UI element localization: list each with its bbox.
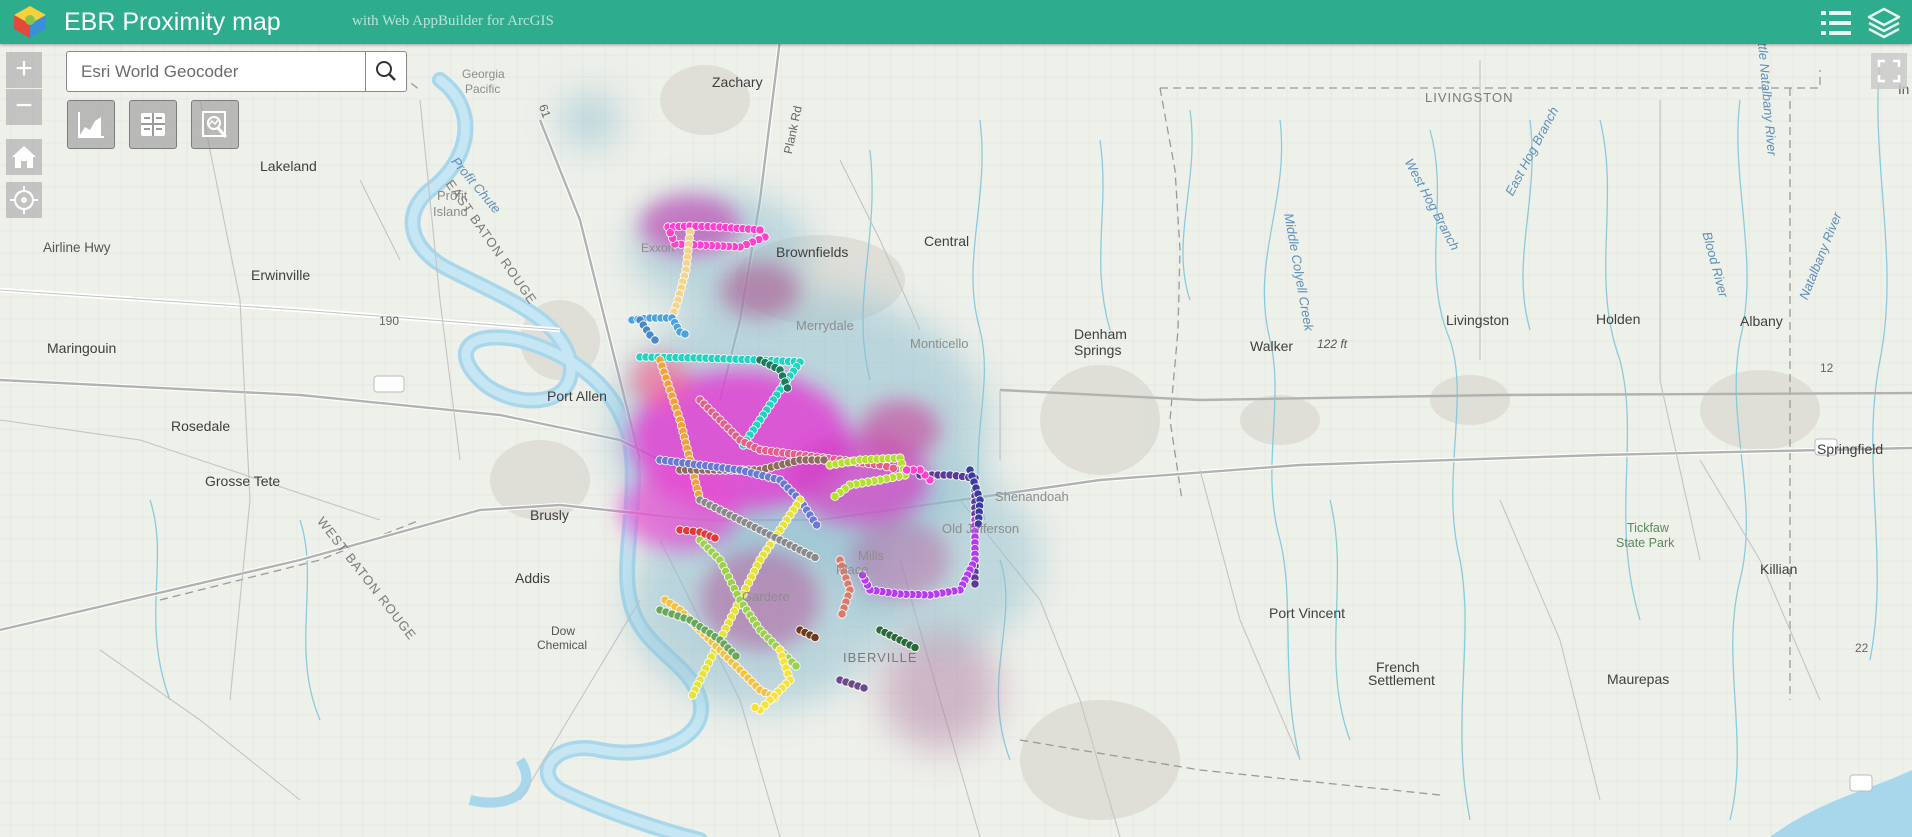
map-label-livingston-parish: LIVINGSTON [1425,90,1514,105]
map-label-grosse-tete: Grosse Tete [205,473,281,489]
map-label-airline-hwy: Airline Hwy [43,240,111,255]
locate-icon[interactable] [6,182,42,218]
map-label-denham: Denham [1074,326,1127,342]
map-label-albany: Albany [1740,313,1783,329]
map-label-elevation: 122 ft [1317,337,1348,351]
bus-stop-point[interactable] [902,465,912,475]
map-label-port-allen: Port Allen [547,388,607,404]
chart-widget-button[interactable] [67,100,115,149]
bus-stop-point[interactable] [830,491,840,501]
route-shield-190: 190 [379,314,400,328]
map-label-springfield: Springfield [1817,441,1884,457]
map-label-springs: Springs [1074,342,1122,358]
bus-stop-point[interactable] [680,329,690,339]
app-header: EBR Proximity map with Web AppBuilder fo… [0,0,1912,44]
fullscreen-icon[interactable] [1871,53,1907,89]
bus-stop-point[interactable] [837,609,847,619]
map-label-pacific: Pacific [465,82,501,96]
map-label-brownfields: Brownfields [776,244,849,260]
zoom-out-button[interactable]: − [6,89,42,125]
map-label-chemical: Chemical [537,638,588,652]
list-icon[interactable] [1818,5,1854,41]
map-label-georgia: Georgia [462,67,505,81]
map-label-gardere: Gardere [742,589,790,604]
map-label-maurepas: Maurepas [1607,671,1670,687]
map-label-zachary: Zachary [712,74,763,90]
route-shield-22: 22 [1855,641,1869,655]
layers-icon[interactable] [1866,5,1902,41]
map-label-lakeland: Lakeland [260,158,317,174]
map-label-iberville: IBERVILLE [843,650,918,665]
grid-icon [141,113,165,136]
bus-stop-point[interactable] [782,383,793,393]
map-label-addis: Addis [515,570,551,586]
map-label-old-jefferson: Old Jefferson [942,521,1020,536]
bus-stop-point[interactable] [665,228,675,238]
map-label-holden: Holden [1596,311,1641,327]
bus-stop-point[interactable] [650,335,660,345]
search-icon [376,61,396,81]
bus-stop-point[interactable] [810,552,820,563]
bus-stop-point[interactable] [710,533,720,543]
map-label-livingston: Livingston [1446,312,1510,328]
map-label-merrydale: Merrydale [796,318,854,333]
map-label-brusly: Brusly [530,507,569,523]
home-icon[interactable] [6,139,42,175]
bus-stop-point[interactable] [888,463,898,473]
map-label-monticello: Monticello [910,336,969,351]
bus-stop-point[interactable] [970,579,980,589]
map-label-port-vincent: Port Vincent [1269,605,1346,621]
query-icon [202,111,228,138]
bus-stop-point[interactable] [791,661,801,671]
bus-stop-point[interactable] [750,702,760,713]
map-label-erwinville: Erwinville [251,267,311,283]
search-button[interactable] [365,52,406,91]
bus-stop-point[interactable] [731,651,741,661]
app-title: EBR Proximity map [64,8,281,36]
map-label-place: Place [836,562,869,577]
search-input[interactable] [67,52,367,91]
app-logo-icon [14,6,46,38]
bus-stop-point[interactable] [810,632,820,643]
map-label-tickfaw-state-park: State Park [1616,536,1675,550]
map-label-rosedale: Rosedale [171,418,231,434]
map-label-exxon: Exxon [641,241,675,255]
zoom-in-button[interactable]: + [6,52,42,88]
geocoder-search [66,51,407,92]
map-label-central: Central [924,233,970,249]
bus-stop-point[interactable] [812,520,822,530]
map-label-walker: Walker [1250,338,1294,354]
route-shield-12: 12 [1820,361,1834,375]
map-label-shenandoah: Shenandoah [995,489,1069,504]
grid-widget-button[interactable] [129,100,177,149]
map-label-settlement: Settlement [1368,672,1435,688]
query-widget-button[interactable] [191,100,239,149]
map-label-mills: Mills [858,548,884,563]
map-view[interactable]: Zachary Georgia Pacific LIVINGSTON Lakel… [0,44,1912,837]
bus-stop-point[interactable] [687,690,698,700]
app-subtitle: with Web AppBuilder for ArcGIS [352,13,554,29]
map-label-tickfaw: Tickfaw [1627,521,1669,535]
map-label-killian: Killian [1760,561,1798,577]
map-label-maringouin: Maringouin [47,340,117,356]
bus-stop-point[interactable] [859,683,869,693]
chart-icon [78,112,104,138]
